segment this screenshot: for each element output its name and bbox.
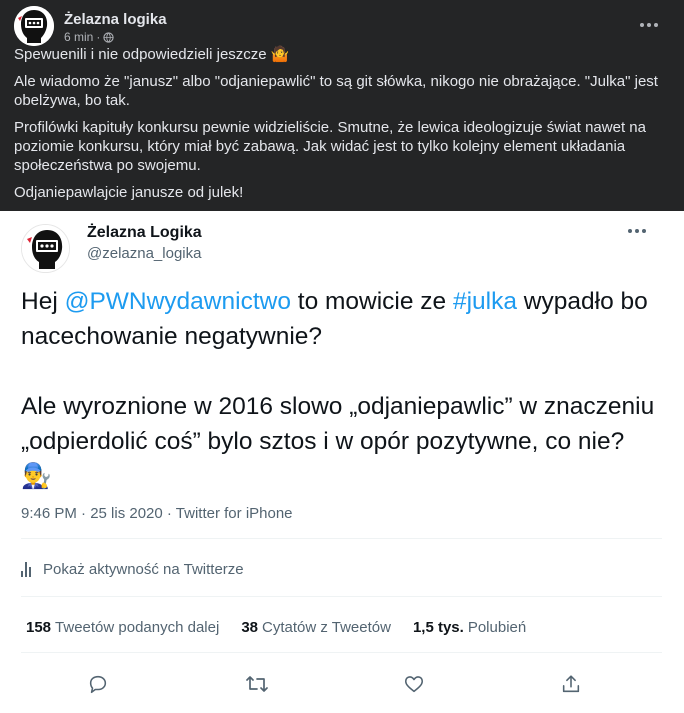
tweet-hashtag: #julka	[452, 288, 517, 315]
post-paragraph: Profilówki kapituły konkursu pewnie widz…	[14, 119, 646, 174]
head-silhouette-icon	[22, 225, 69, 272]
reply-icon	[80, 666, 116, 702]
divider	[21, 538, 662, 539]
tweet-activity-label: Pokaż aktywność na Twitterze	[43, 561, 244, 578]
post-paragraph: Odjaniepawlajcie janusze od julek!	[14, 184, 244, 201]
post-text: Spewuenili i nie odpowiedzieli jeszcze 🤷…	[14, 45, 670, 210]
tweet-body: Hej @PWNwydawnictwo to mowicie ze #julka…	[21, 284, 661, 494]
share-icon	[553, 666, 589, 702]
more-options-icon[interactable]	[632, 10, 666, 40]
post-meta: 6 min ·	[64, 30, 114, 44]
divider	[21, 596, 662, 597]
post-time[interactable]: 6 min	[64, 30, 93, 44]
like-icon	[396, 666, 432, 702]
tweet-actions	[0, 666, 684, 702]
post-paragraph: Ale wiadomo że "janusz" albo "odjaniepaw…	[14, 73, 658, 109]
analytics-icon	[21, 562, 31, 577]
post-paragraph: Spewuenili i nie odpowiedzieli jeszcze 🤷	[14, 46, 290, 63]
globe-icon	[103, 31, 114, 43]
quotes-stat: 38 Cytatów z Tweetów	[241, 619, 391, 636]
head-silhouette-icon	[14, 6, 54, 46]
tweet-stats: 158 Tweetów podanych dalej 38 Cytatów z Tw…	[26, 619, 526, 636]
post-header: Żelazna logika 6 min ·	[14, 6, 670, 46]
tweet-paragraph: Ale wyroznione w 2016 slowo „odjaniepawl…	[21, 393, 655, 490]
divider	[21, 652, 662, 653]
tweet-author-handle: @zelazna_logika	[87, 245, 202, 262]
retweets-stat: 158 Tweetów podanych dalej	[26, 619, 220, 636]
tweet-timestamp: 9:46 PM · 25 lis 2020 · Twitter for iPho…	[21, 505, 293, 522]
tweet-activity-link: Pokaż aktywność na Twitterze	[21, 561, 244, 578]
tweet-author-name: Żelazna Logika	[87, 224, 202, 241]
tweet-avatar	[21, 224, 70, 273]
post-author-name[interactable]: Żelazna logika	[64, 11, 167, 28]
page-avatar[interactable]	[14, 6, 54, 46]
tweet-mention: @PWNwydawnictwo	[64, 288, 291, 315]
meta-separator: ·	[96, 30, 101, 44]
embedded-tweet-image[interactable]: Żelazna Logika @zelazna_logika Hej @PWNw…	[0, 211, 684, 713]
tweet-more-icon	[628, 225, 650, 237]
likes-stat: 1,5 tys. Polubień	[412, 619, 527, 636]
tweet-paragraph: Hej @PWNwydawnictwo to mowicie ze #julka…	[21, 288, 648, 350]
retweet-icon	[239, 666, 275, 702]
